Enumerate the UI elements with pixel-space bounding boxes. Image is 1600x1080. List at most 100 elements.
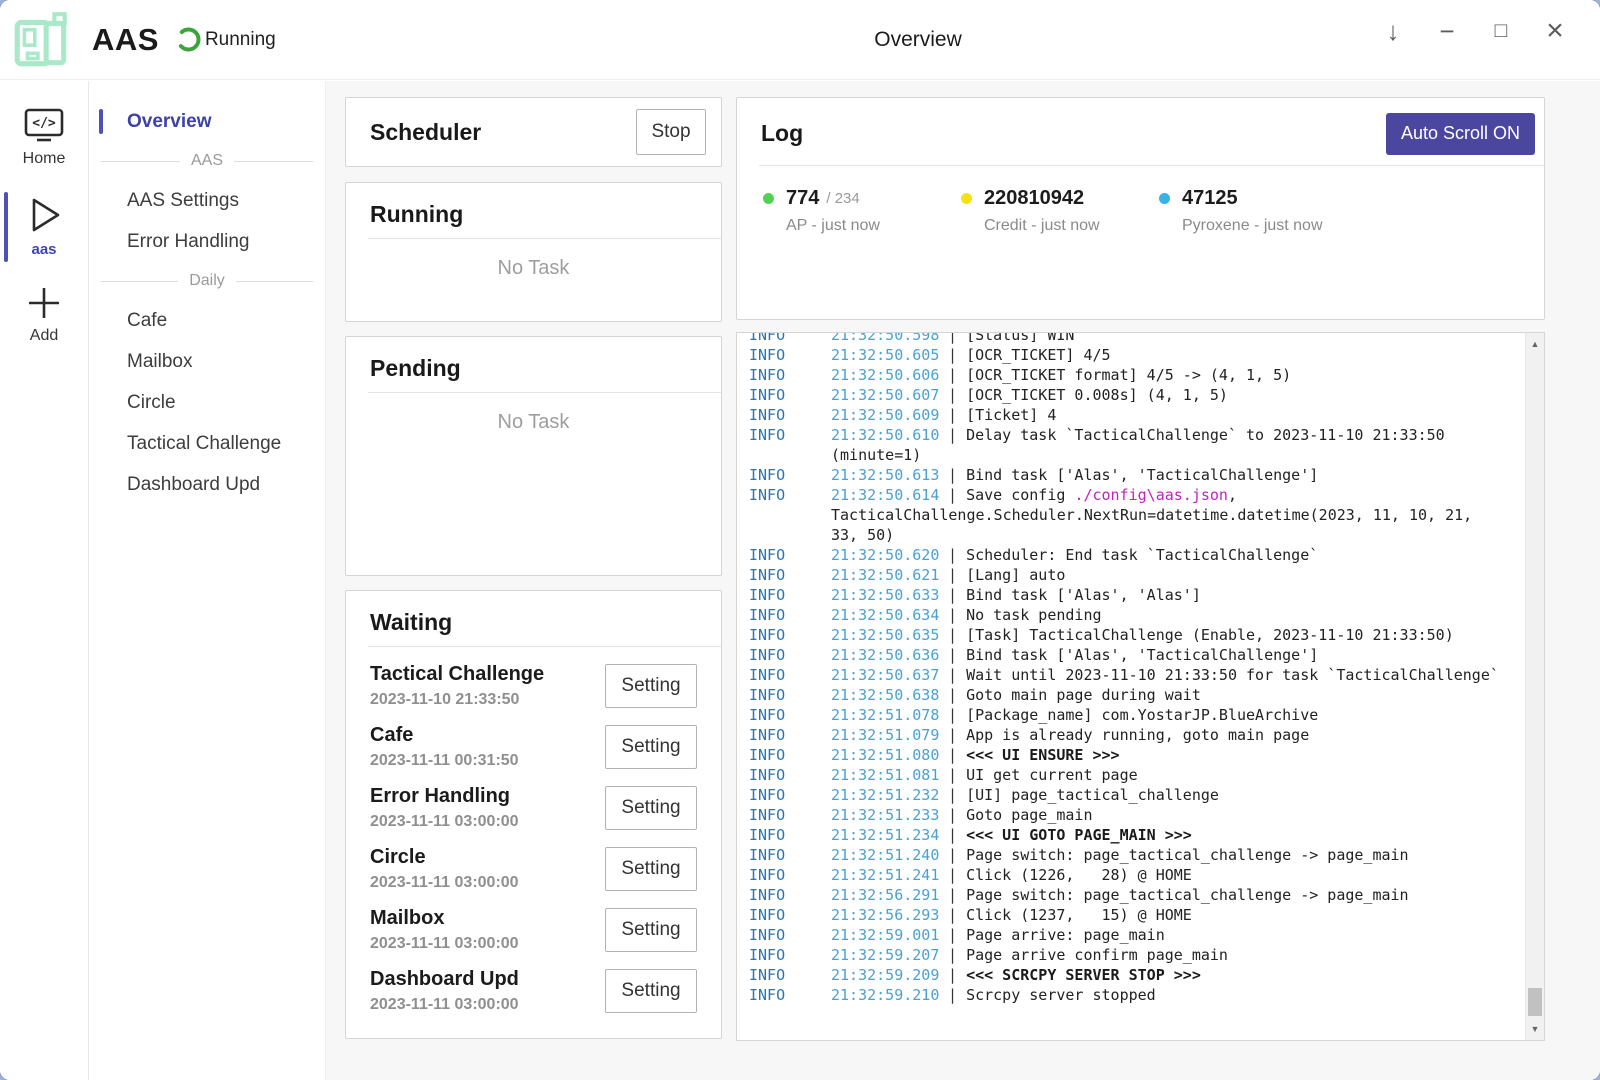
log-message: No task pending bbox=[966, 606, 1101, 624]
log-level: INFO bbox=[749, 645, 831, 665]
close-icon[interactable]: × bbox=[1528, 4, 1582, 58]
log-message: UI get current page bbox=[966, 766, 1138, 784]
auto-scroll-button[interactable]: Auto Scroll ON bbox=[1386, 113, 1535, 155]
log-separator: | bbox=[948, 706, 966, 724]
setting-button-cafe[interactable]: Setting bbox=[605, 725, 697, 769]
log-timestamp: 21:32:50.620 bbox=[831, 545, 948, 565]
log-separator: | bbox=[948, 746, 966, 764]
divider-line bbox=[101, 281, 178, 282]
nav-item-mailbox[interactable]: Mailbox bbox=[89, 341, 325, 382]
rail-item-add[interactable]: Add bbox=[0, 276, 88, 355]
log-scrollbar[interactable]: ▲ ▼ bbox=[1525, 333, 1544, 1040]
stat-suffix: / 234 bbox=[826, 190, 859, 207]
stat-value: 774 bbox=[786, 187, 819, 210]
log-level: INFO bbox=[749, 625, 831, 645]
setting-button-circle[interactable]: Setting bbox=[605, 847, 697, 891]
log-timestamp: 21:32:51.079 bbox=[831, 725, 948, 745]
log-separator: | bbox=[948, 366, 966, 384]
nav-list: OverviewAASAAS SettingsError HandlingDai… bbox=[89, 101, 325, 505]
log-level: INFO bbox=[749, 485, 831, 505]
setting-button-error-handling[interactable]: Setting bbox=[605, 786, 697, 830]
setting-button-dashboard-upd[interactable]: Setting bbox=[605, 969, 697, 1013]
log-message: Bind task ['Alas', 'Alas'] bbox=[966, 586, 1201, 604]
setting-button-mailbox[interactable]: Setting bbox=[605, 908, 697, 952]
nav-item-dashboard-upd[interactable]: Dashboard Upd bbox=[89, 464, 325, 505]
log-timestamp: 21:32:50.598 bbox=[831, 332, 948, 345]
log-message: Page switch: page_tactical_challenge -> … bbox=[966, 886, 1409, 904]
log-line: INFO21:32:51.241| Click (1226, 28) @ HOM… bbox=[749, 865, 1514, 885]
running-title: Running bbox=[370, 201, 463, 227]
nav-item-error-handling[interactable]: Error Handling bbox=[89, 221, 325, 262]
log-timestamp: 21:32:50.633 bbox=[831, 585, 948, 605]
nav-item-tactical-challenge[interactable]: Tactical Challenge bbox=[89, 423, 325, 464]
nav-item-aas-settings[interactable]: AAS Settings bbox=[89, 180, 325, 221]
log-timestamp: 21:32:59.001 bbox=[831, 925, 948, 945]
rail-item-home[interactable]: </> Home bbox=[0, 99, 88, 178]
log-timestamp: 21:32:50.636 bbox=[831, 645, 948, 665]
log-level: INFO bbox=[749, 725, 831, 745]
rail-item-aas[interactable]: aas bbox=[0, 186, 88, 268]
log-line: INFO21:32:50.634| No task pending bbox=[749, 605, 1514, 625]
log-level: INFO bbox=[749, 885, 831, 905]
running-empty-text: No Task bbox=[346, 257, 721, 280]
waiting-task-row: Dashboard Upd2023-11-11 03:00:00Setting bbox=[370, 960, 697, 1021]
scroll-up-button[interactable]: ▲ bbox=[1526, 335, 1544, 353]
minimize-icon[interactable]: − bbox=[1420, 4, 1474, 58]
stat-ap: 774/ 234AP - just now bbox=[763, 187, 961, 235]
log-message: [Package_name] com.YostarJP.BlueArchive bbox=[966, 706, 1318, 724]
log-timestamp: 21:32:50.635 bbox=[831, 625, 948, 645]
log-line: INFO21:32:51.080| <<< UI ENSURE >>> bbox=[749, 745, 1514, 765]
divider bbox=[368, 238, 721, 239]
log-message: Scheduler: End task `TacticalChallenge` bbox=[966, 546, 1318, 564]
log-line: INFO21:32:51.232| [UI] page_tactical_cha… bbox=[749, 785, 1514, 805]
setting-button-tactical-challenge[interactable]: Setting bbox=[605, 664, 697, 708]
stop-button[interactable]: Stop bbox=[636, 109, 706, 155]
log-timestamp: 21:32:50.606 bbox=[831, 365, 948, 385]
waiting-task-name: Tactical Challenge bbox=[370, 663, 605, 686]
scroll-down-button[interactable]: ▼ bbox=[1526, 1020, 1544, 1038]
divider-line bbox=[101, 161, 180, 162]
log-line: INFO21:32:50.635| [Task] TacticalChallen… bbox=[749, 625, 1514, 645]
log-message: Goto main page during wait bbox=[966, 686, 1201, 704]
log-message: Delay task `TacticalChallenge` to 2023-1… bbox=[966, 426, 1445, 444]
log-level: INFO bbox=[749, 545, 831, 565]
log-level: INFO bbox=[749, 605, 831, 625]
log-message: <<< SCRCPY SERVER STOP >>> bbox=[966, 966, 1201, 984]
stat-value-row: 220810942 bbox=[961, 187, 1159, 210]
log-timestamp: 21:32:50.613 bbox=[831, 465, 948, 485]
log-separator: | bbox=[948, 606, 966, 624]
nav-item-label: Tactical Challenge bbox=[127, 433, 281, 455]
download-icon[interactable]: ↓ bbox=[1366, 4, 1420, 58]
log-line: TacticalChallenge.Scheduler.NextRun=date… bbox=[749, 505, 1514, 525]
waiting-task-name: Dashboard Upd bbox=[370, 968, 605, 991]
log-message: [OCR_TICKET] 4/5 bbox=[966, 346, 1111, 364]
waiting-task-row: Tactical Challenge2023-11-10 21:33:50Set… bbox=[370, 655, 697, 716]
active-indicator bbox=[4, 192, 8, 262]
log-view[interactable]: INFO21:32:50.598| [Status] WININFO21:32:… bbox=[736, 332, 1545, 1041]
stat-pyroxene: 47125Pyroxene - just now bbox=[1159, 187, 1357, 235]
nav-item-overview[interactable]: Overview bbox=[89, 101, 325, 142]
log-timestamp: 21:32:50.605 bbox=[831, 345, 948, 365]
log-message: [UI] page_tactical_challenge bbox=[966, 786, 1219, 804]
log-message: [Lang] auto bbox=[966, 566, 1065, 584]
log-timestamp: 21:32:50.610 bbox=[831, 425, 948, 445]
scroll-thumb[interactable] bbox=[1528, 988, 1542, 1016]
log-level: INFO bbox=[749, 345, 831, 365]
stat-dot bbox=[961, 193, 972, 204]
log-line: INFO21:32:50.637| Wait until 2023-11-10 … bbox=[749, 665, 1514, 685]
log-message: 33, 50) bbox=[831, 526, 894, 544]
nav-section-aas: AAS bbox=[89, 142, 325, 180]
rail-item-label: Home bbox=[23, 150, 66, 168]
log-separator: | bbox=[948, 846, 966, 864]
nav-item-circle[interactable]: Circle bbox=[89, 382, 325, 423]
log-line: INFO21:32:59.209| <<< SCRCPY SERVER STOP… bbox=[749, 965, 1514, 985]
log-separator: | bbox=[948, 346, 966, 364]
log-message: [Task] TacticalChallenge (Enable, 2023-1… bbox=[966, 626, 1454, 644]
nav-item-cafe[interactable]: Cafe bbox=[89, 300, 325, 341]
log-line: INFO21:32:50.633| Bind task ['Alas', 'Al… bbox=[749, 585, 1514, 605]
window-controls: ↓ − □ × bbox=[1366, 0, 1582, 62]
log-timestamp: 21:32:59.210 bbox=[831, 985, 948, 1005]
maximize-icon[interactable]: □ bbox=[1474, 4, 1528, 58]
log-separator: | bbox=[948, 866, 966, 884]
log-separator: | bbox=[948, 926, 966, 944]
